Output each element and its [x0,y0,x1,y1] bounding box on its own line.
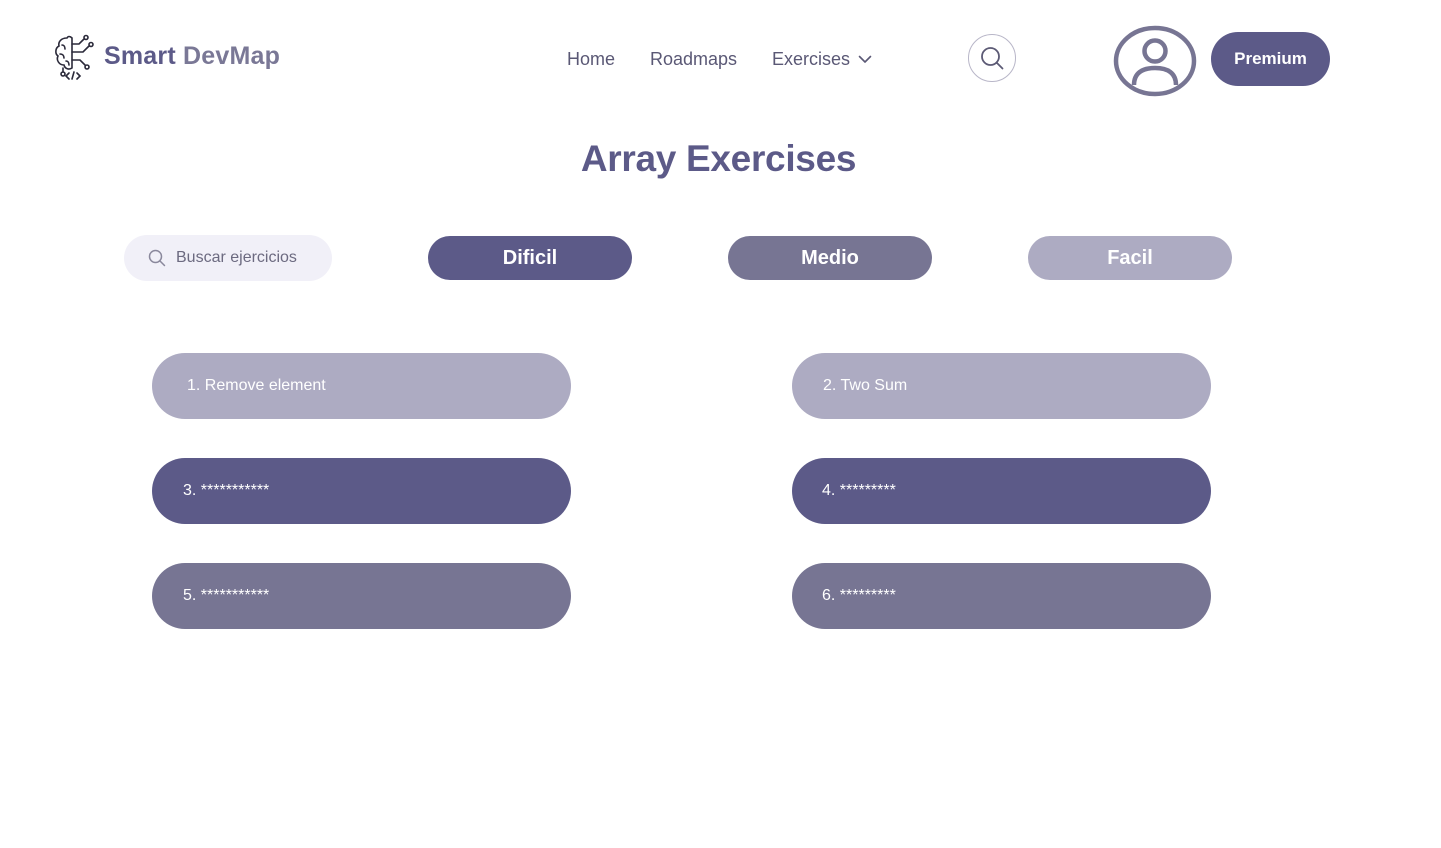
search-icon [148,249,166,267]
logo[interactable]: Smart DevMap [53,32,280,80]
page: Smart DevMap Home Roadmaps Exercises Pre… [0,0,1441,848]
exercise-card-5[interactable]: 5. *********** [152,563,571,629]
nav-exercises-dropdown[interactable]: Exercises [772,47,872,71]
exercise-card-6[interactable]: 6. ********* [792,563,1211,629]
exercise-card-3[interactable]: 3. *********** [152,458,571,524]
exercise-search-input[interactable] [174,248,328,268]
exercise-label: 6. ********* [822,587,896,604]
nav-roadmaps-link[interactable]: Roadmaps [650,47,737,71]
brand-name-part2: DevMap [183,41,281,70]
brand-name: Smart DevMap [104,42,280,71]
exercise-search-field[interactable] [124,235,332,281]
nav-home-link[interactable]: Home [567,47,615,71]
exercise-label: 5. *********** [183,587,270,604]
nav-exercises-label: Exercises [772,49,851,69]
brain-circuit-logo-icon [55,34,94,80]
filter-medio-button[interactable]: Medio [728,236,932,280]
header-search-button[interactable] [968,34,1016,82]
filter-dificil-button[interactable]: Dificil [428,236,632,280]
exercise-card-1[interactable]: 1. Remove element [152,353,571,419]
user-avatar-icon[interactable] [1113,25,1197,97]
brand-name-part1: Smart [104,41,176,70]
exercise-label: 1. Remove element [187,377,326,394]
premium-button[interactable]: Premium [1211,32,1330,86]
exercise-label: 4. ********* [822,482,896,499]
exercise-label: 3. *********** [183,482,270,499]
filter-facil-button[interactable]: Facil [1028,236,1232,280]
exercise-label: 2. Two Sum [823,377,908,394]
exercise-card-2[interactable]: 2. Two Sum [792,353,1211,419]
search-icon [981,47,1004,70]
exercise-card-4[interactable]: 4. ********* [792,458,1211,524]
chevron-down-icon [858,55,872,63]
page-title: Array Exercises [580,138,857,179]
